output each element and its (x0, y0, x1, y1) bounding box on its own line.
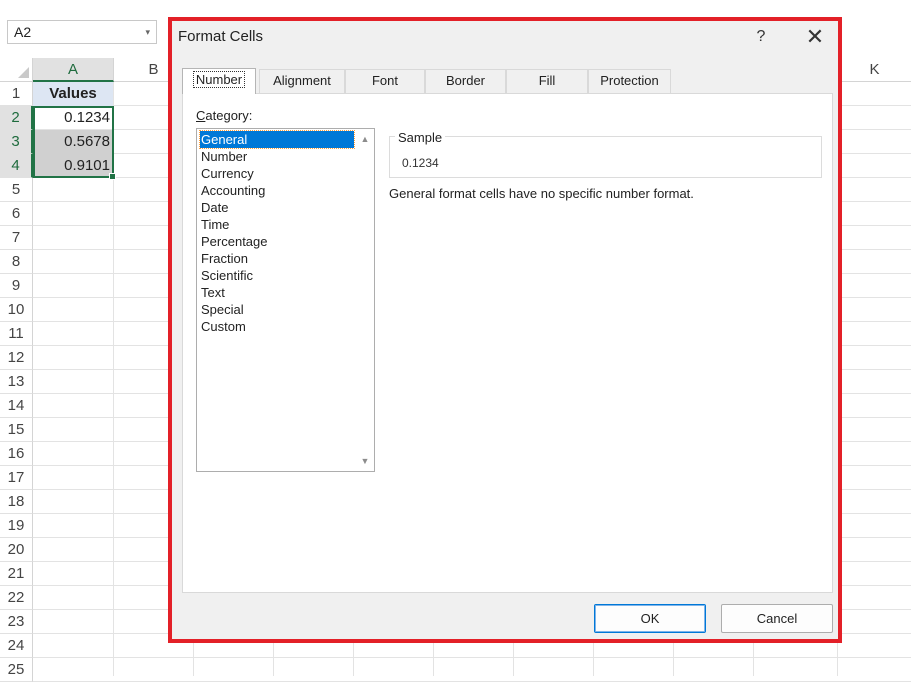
sample-value: 0.1234 (402, 156, 439, 170)
row-header[interactable]: 14 (0, 394, 33, 418)
cell-a1[interactable]: Values (33, 82, 113, 106)
help-icon[interactable]: ? (750, 25, 772, 49)
row-header[interactable]: 15 (0, 418, 33, 442)
row-header[interactable]: 18 (0, 490, 33, 514)
row-header[interactable]: 11 (0, 322, 33, 346)
cancel-button[interactable]: Cancel (721, 604, 833, 633)
category-label-text: ategory: (205, 108, 253, 123)
scroll-up-icon[interactable]: ▲ (356, 129, 374, 149)
scroll-down-icon[interactable]: ▼ (356, 451, 374, 471)
chevron-down-icon[interactable]: ▾ (145, 21, 150, 43)
tab-number-label: Number (192, 71, 246, 88)
grid-line (113, 82, 114, 676)
tab-number[interactable]: Number (182, 68, 256, 94)
row-header[interactable]: 10 (0, 298, 33, 322)
format-cells-dialog: Format Cells ? ✕ Number Alignment Font B… (168, 17, 842, 643)
tab-border[interactable]: Border (425, 69, 506, 93)
row-header[interactable]: 16 (0, 442, 33, 466)
category-item-fraction[interactable]: Fraction (200, 250, 354, 267)
ok-button[interactable]: OK (594, 604, 706, 633)
row-header[interactable]: 9 (0, 274, 33, 298)
row-header[interactable]: 3 (0, 130, 33, 154)
column-header-a[interactable]: A (33, 58, 114, 82)
category-item-time[interactable]: Time (200, 216, 354, 233)
sample-groupbox (389, 136, 822, 178)
cell-a4[interactable]: 0.9101 (33, 154, 113, 178)
row-header[interactable]: 19 (0, 514, 33, 538)
category-item-general[interactable]: General (199, 130, 355, 149)
sample-label: Sample (395, 130, 446, 145)
category-item-text[interactable]: Text (200, 284, 354, 301)
row-header[interactable]: 8 (0, 250, 33, 274)
number-tab-panel: Category: General Number Currency Accountin… (182, 93, 833, 593)
row-header[interactable]: 5 (0, 178, 33, 202)
category-label: Category: (196, 108, 252, 123)
row-header[interactable]: 6 (0, 202, 33, 226)
row-header[interactable]: 13 (0, 370, 33, 394)
column-header-k[interactable]: K (838, 58, 911, 82)
category-item-accounting[interactable]: Accounting (200, 182, 354, 199)
row-header[interactable]: 21 (0, 562, 33, 586)
row-header[interactable]: 17 (0, 466, 33, 490)
category-item-number[interactable]: Number (200, 148, 354, 165)
grid-line (33, 657, 911, 658)
row-header[interactable]: 24 (0, 634, 33, 658)
cell-a2[interactable]: 0.1234 (33, 106, 113, 130)
tab-font[interactable]: Font (345, 69, 425, 93)
name-box[interactable]: A2 ▾ (7, 20, 157, 44)
category-item-percentage[interactable]: Percentage (200, 233, 354, 250)
cell-a3[interactable]: 0.5678 (33, 130, 113, 154)
format-description: General format cells have no specific nu… (389, 186, 694, 201)
tab-alignment[interactable]: Alignment (259, 69, 345, 93)
row-header[interactable]: 7 (0, 226, 33, 250)
category-listbox[interactable]: General Number Currency Accounting Date Time P… (196, 128, 375, 472)
row-header[interactable]: 4 (0, 154, 33, 178)
tab-fill[interactable]: Fill (506, 69, 588, 93)
category-item-date[interactable]: Date (200, 199, 354, 216)
category-item-currency[interactable]: Currency (200, 165, 354, 182)
category-item-custom[interactable]: Custom (200, 318, 354, 335)
category-label-accesskey: C (196, 108, 206, 123)
dialog-title: Format Cells (178, 28, 264, 45)
category-item-special[interactable]: Special (200, 301, 354, 318)
row-header[interactable]: 2 (0, 106, 33, 130)
category-item-scientific[interactable]: Scientific (200, 267, 354, 284)
close-icon[interactable]: ✕ (800, 23, 830, 51)
row-header[interactable]: 22 (0, 586, 33, 610)
select-all-corner[interactable] (0, 58, 33, 82)
row-header[interactable]: 12 (0, 346, 33, 370)
category-scrollbar[interactable]: ▲ ▼ (356, 129, 374, 471)
name-box-value: A2 (14, 24, 32, 40)
row-header[interactable]: 1 (0, 82, 33, 106)
tab-protection[interactable]: Protection (588, 69, 671, 93)
row-header[interactable]: 25 (0, 658, 33, 682)
ribbon-edge (0, 0, 911, 8)
row-header[interactable]: 20 (0, 538, 33, 562)
row-header[interactable]: 23 (0, 610, 33, 634)
